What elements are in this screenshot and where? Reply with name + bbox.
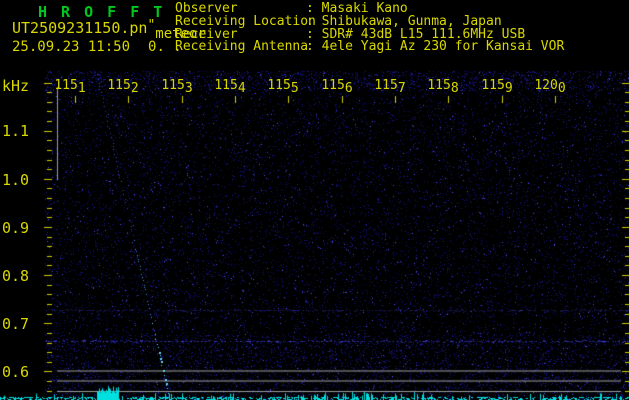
- x-tick-label: 1159: [481, 78, 512, 93]
- info-label: Receiving Antenna: [175, 41, 306, 54]
- x-tick-label: 1154: [214, 78, 245, 93]
- x-tick-label: 1152: [107, 78, 138, 93]
- observation-info: Observer: Masaki KanoReceiving Location:…: [175, 3, 564, 54]
- khz-unit-label: kHz: [2, 77, 29, 95]
- y-tick-label: 1.0: [2, 171, 29, 189]
- y-tick-label: 0.7: [2, 315, 29, 333]
- info-value: : 4ele Yagi Az 230 for Kansai VOR: [306, 39, 564, 54]
- filename: UT2509231150.pn: [12, 19, 147, 37]
- spectrogram-canvas: [0, 0, 629, 400]
- x-tick-label: 1156: [321, 78, 352, 93]
- y-tick-label: 1.1: [2, 122, 29, 140]
- y-tick-label: 0.9: [2, 219, 29, 237]
- datetime-text: 25.09.23 11:50: [12, 39, 130, 55]
- x-tick-label: 1153: [161, 78, 192, 93]
- info-row: Receiving Antenna: 4ele Yagi Az 230 for …: [175, 41, 564, 54]
- x-tick-label: 1155: [267, 78, 298, 93]
- x-tick-label: 1158: [427, 78, 458, 93]
- y-tick-label: 0.8: [2, 267, 29, 285]
- x-tick-label: 1151: [54, 78, 85, 93]
- x-tick-label: 1200: [534, 78, 565, 93]
- datetime-line: 25.09.23 11:500. .: [12, 39, 182, 55]
- hrofft-screen: H R O F F T UT2509231150.pn"meteor 25.09…: [0, 0, 629, 400]
- x-tick-label: 1157: [374, 78, 405, 93]
- y-tick-label: 0.6: [2, 363, 29, 381]
